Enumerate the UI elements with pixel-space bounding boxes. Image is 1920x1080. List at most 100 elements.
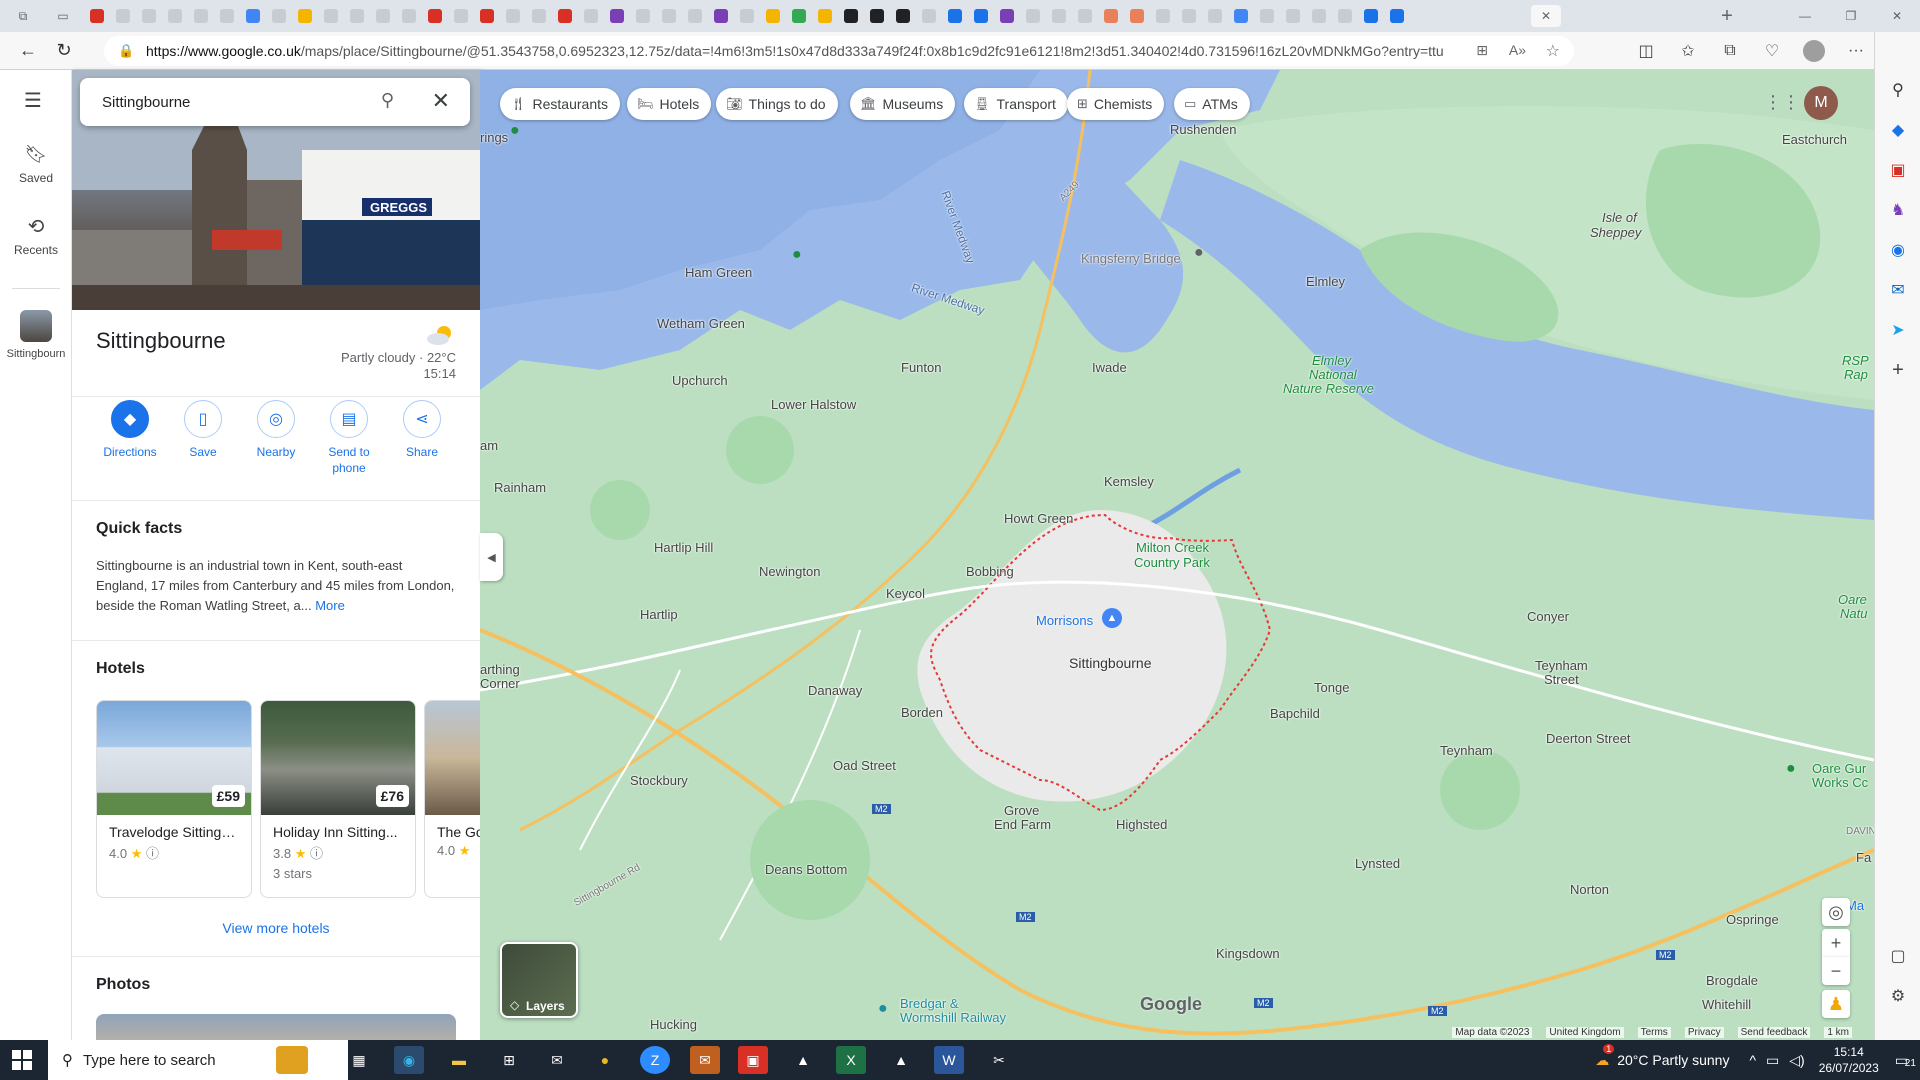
address-bar[interactable]: 🔒 https://www.google.co.uk/maps/place/Si… <box>104 36 1574 66</box>
read-aloud-icon[interactable]: A» <box>1509 42 1526 58</box>
nearby-button[interactable]: ◎ Nearby <box>240 400 312 460</box>
account-avatar[interactable]: M <box>1804 86 1838 120</box>
split-screen-icon[interactable]: ◫ <box>1628 36 1664 66</box>
browser-tab[interactable] <box>111 5 135 27</box>
weather-widget-icon[interactable]: ☁ 1 <box>1595 1043 1615 1069</box>
favorites-icon[interactable]: ✩ <box>1670 36 1706 66</box>
browser-tab[interactable] <box>501 5 525 27</box>
search-icon[interactable]: ⚲ <box>381 90 394 111</box>
browser-tab[interactable] <box>761 5 785 27</box>
collapse-panel-button[interactable]: ◀ <box>480 533 503 581</box>
info-icon[interactable]: ⓘ <box>146 846 159 861</box>
zoom-icon[interactable]: Z <box>640 1046 670 1074</box>
browser-tab[interactable] <box>1385 5 1409 27</box>
map-canvas[interactable]: 🍴︎ Restaurants 🛏︎ Hotels 📷︎ Things to do 🏛︎… <box>480 70 1874 1040</box>
browser-tab[interactable] <box>839 5 863 27</box>
chip-hotels[interactable]: 🛏︎ Hotels <box>627 88 712 120</box>
sidebar-settings-icon[interactable]: ⚙ <box>1875 976 1920 1016</box>
file-explorer-icon[interactable]: ▬ <box>444 1046 474 1074</box>
browser-tab[interactable] <box>631 5 655 27</box>
browser-tab[interactable] <box>1359 5 1383 27</box>
browser-tab[interactable] <box>891 5 915 27</box>
zoom-out-button[interactable]: − <box>1822 957 1850 985</box>
new-tab-icon[interactable]: + <box>1716 5 1738 27</box>
microsoft-365-icon[interactable]: ◉ <box>1875 230 1920 270</box>
close-icon[interactable]: ✕ <box>432 88 450 114</box>
chip-chemists[interactable]: ⊞ Chemists <box>1067 88 1165 120</box>
excel-icon[interactable]: X <box>836 1046 866 1074</box>
red-app-icon[interactable]: ▣ <box>738 1046 768 1074</box>
browser-tab[interactable] <box>1047 5 1071 27</box>
browser-tab[interactable] <box>605 5 629 27</box>
browser-tab[interactable] <box>787 5 811 27</box>
volume-icon[interactable]: ◁) <box>1789 1052 1804 1069</box>
browser-tab[interactable] <box>371 5 395 27</box>
window-close-icon[interactable]: ✕ <box>1886 5 1908 27</box>
browser-tab[interactable] <box>1177 5 1201 27</box>
tray-chevron-icon[interactable]: ^ <box>1749 1052 1756 1068</box>
browser-tab[interactable] <box>995 5 1019 27</box>
outlook-icon[interactable]: ✉ <box>1875 270 1920 310</box>
browser-tab[interactable] <box>1021 5 1045 27</box>
chip-museums[interactable]: 🏛︎ Museums <box>850 88 956 120</box>
clock[interactable]: 15:14 26/07/2023 <box>1819 1044 1879 1076</box>
chrome-icon[interactable]: ● <box>590 1046 620 1074</box>
privacy-link[interactable]: Privacy <box>1684 1026 1724 1038</box>
browser-tab[interactable] <box>189 5 213 27</box>
store-icon[interactable]: ⊞ <box>494 1046 524 1074</box>
add-sidebar-app-icon[interactable]: + <box>1875 350 1920 390</box>
browser-tab[interactable] <box>1255 5 1279 27</box>
scale-bar[interactable]: 1 km <box>1824 1026 1852 1038</box>
browser-tab[interactable] <box>969 5 993 27</box>
browser-tab[interactable] <box>1151 5 1175 27</box>
browser-tab[interactable] <box>241 5 265 27</box>
recents-button[interactable]: ⟲ Recents <box>0 214 72 257</box>
tab-actions-icon[interactable]: ▭ <box>52 5 74 27</box>
collections-icon[interactable]: ⧉ <box>1712 36 1748 66</box>
profile-avatar-icon[interactable] <box>1796 36 1832 66</box>
send-to-phone-button[interactable]: ▤ Send to phone <box>313 400 385 476</box>
taskbar-search-input[interactable]: ⚲ Type here to search <box>48 1040 348 1080</box>
terms-link[interactable]: Terms <box>1637 1026 1671 1038</box>
photos-icon[interactable]: ▲ <box>886 1046 916 1074</box>
save-button[interactable]: ▯ Save <box>167 400 239 460</box>
games-icon[interactable]: ♞ <box>1875 190 1920 230</box>
hotel-card[interactable]: £76 Holiday Inn Sitting... 3.8 ★ ⓘ 3 sta… <box>260 700 416 898</box>
browser-tab[interactable] <box>1229 5 1253 27</box>
browser-tab[interactable] <box>917 5 941 27</box>
browser-tab[interactable] <box>1203 5 1227 27</box>
edge-browser-icon[interactable]: ◉ <box>394 1046 424 1074</box>
app-available-icon[interactable]: ⊞ <box>1476 42 1488 59</box>
browser-tab[interactable] <box>553 5 577 27</box>
info-icon[interactable]: ⓘ <box>310 846 323 861</box>
teams-app-icon[interactable]: ▲ <box>788 1046 818 1074</box>
outlook-icon[interactable]: ✉ <box>690 1046 720 1074</box>
restore-icon[interactable]: ❐ <box>1840 5 1862 27</box>
directions-button[interactable]: ◆ Directions <box>94 400 166 460</box>
my-location-icon[interactable]: ◎ <box>1822 898 1850 926</box>
railway-pin-icon[interactable]: ● <box>878 1000 888 1018</box>
share-button[interactable]: ⋖ Share <box>386 400 458 460</box>
browser-tab[interactable] <box>527 5 551 27</box>
poi-morrisons[interactable]: Morrisons <box>1036 613 1093 628</box>
browser-tab[interactable] <box>1307 5 1331 27</box>
browser-tab[interactable] <box>267 5 291 27</box>
browser-essentials-icon[interactable]: ♡ <box>1754 36 1790 66</box>
browser-tab[interactable] <box>1099 5 1123 27</box>
browser-tab[interactable] <box>657 5 681 27</box>
task-view-icon[interactable]: ▦ <box>344 1046 374 1074</box>
windows-start-icon[interactable] <box>12 1050 32 1070</box>
favorite-star-icon[interactable]: ☆ <box>1546 41 1560 61</box>
browser-tab[interactable] <box>423 5 447 27</box>
browser-tab[interactable] <box>293 5 317 27</box>
browser-tab[interactable] <box>683 5 707 27</box>
mail-icon[interactable]: ✉ <box>542 1046 572 1074</box>
refresh-icon[interactable]: ↻ <box>46 36 82 66</box>
browser-tab[interactable] <box>709 5 733 27</box>
workspaces-icon[interactable]: ⧉ <box>12 5 34 27</box>
back-icon[interactable]: ← <box>10 36 46 66</box>
drop-icon[interactable]: ➤ <box>1875 310 1920 350</box>
weather-widget-text[interactable]: 20°C Partly sunny <box>1617 1052 1729 1068</box>
browser-tab[interactable] <box>215 5 239 27</box>
browser-tab[interactable] <box>1281 5 1305 27</box>
